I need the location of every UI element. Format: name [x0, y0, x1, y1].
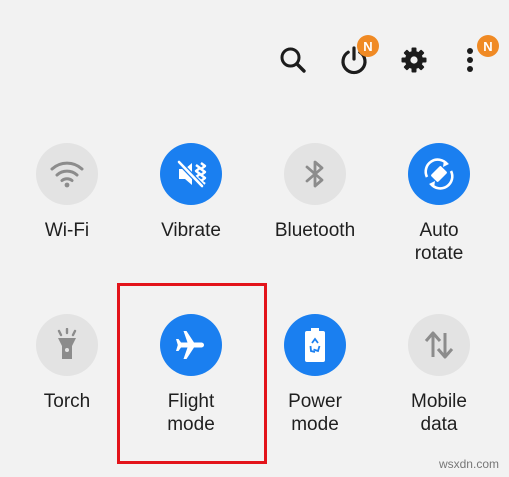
tile-label: Power mode — [288, 391, 342, 435]
tile-label: Vibrate — [161, 220, 221, 241]
tile-label: Torch — [43, 391, 91, 412]
auto-rotate-icon — [408, 143, 470, 205]
battery-icon — [284, 314, 346, 376]
more-options-badge: N — [477, 35, 499, 57]
tile-vibrate[interactable]: Vibrate — [131, 143, 251, 242]
quick-panel-header: N N — [0, 0, 509, 110]
watermark: wsxdn.com — [438, 457, 499, 471]
search-icon[interactable] — [273, 40, 313, 80]
tile-power-mode[interactable]: Power mode — [255, 314, 375, 436]
tile-label: Bluetooth — [274, 220, 356, 241]
notification-badge: N — [357, 35, 379, 57]
torch-icon — [36, 314, 98, 376]
tile-label: Mobile data — [411, 391, 467, 435]
tile-wifi[interactable]: Wi-Fi — [7, 143, 127, 242]
tile-label: Wi-Fi — [44, 220, 90, 241]
tile-mobile-data[interactable]: Mobile data — [379, 314, 499, 436]
wifi-icon — [36, 143, 98, 205]
tile-auto-rotate[interactable]: Auto rotate — [379, 143, 499, 265]
mobile-data-icon — [408, 314, 470, 376]
tile-bluetooth[interactable]: Bluetooth — [255, 143, 375, 242]
gear-icon[interactable] — [394, 40, 434, 80]
airplane-icon — [160, 314, 222, 376]
tile-label: Flight mode — [167, 391, 215, 435]
tile-torch[interactable]: Torch — [7, 314, 127, 413]
tile-label: Auto rotate — [414, 220, 464, 264]
vibrate-icon — [160, 143, 222, 205]
tile-flight-mode[interactable]: Flight mode — [131, 314, 251, 436]
bluetooth-icon — [284, 143, 346, 205]
